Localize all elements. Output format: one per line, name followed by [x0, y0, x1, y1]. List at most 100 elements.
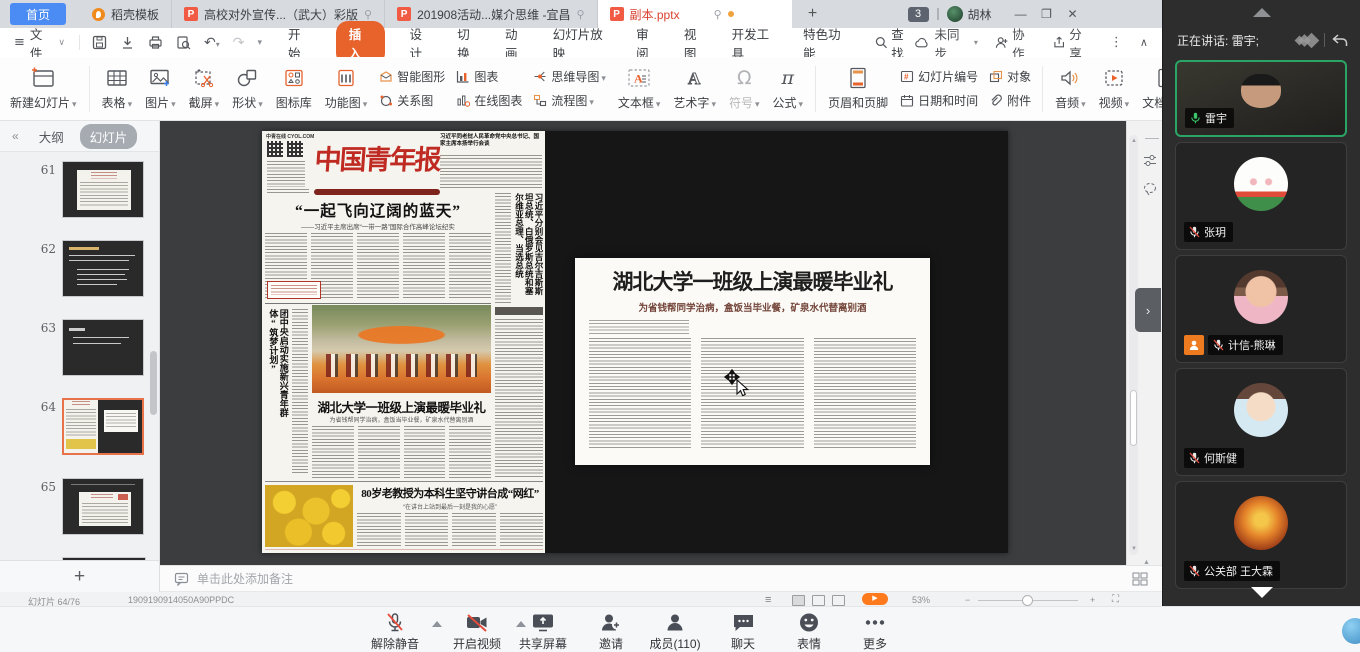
menu-transition[interactable]: 切换 — [457, 24, 481, 62]
invite-button[interactable]: 邀请 — [580, 612, 642, 652]
pin-icon[interactable]: ⚲ — [714, 8, 722, 21]
back-arrow-icon[interactable] — [1332, 34, 1348, 47]
newspaper-front-page[interactable]: 中青在线 CYOL.COM 中国青年报 习近平同老挝人民革命党中央总书记、国家主… — [262, 131, 545, 553]
slide-editing-canvas[interactable]: 中青在线 CYOL.COM 中国青年报 习近平同老挝人民革命党中央总书记、国家主… — [160, 121, 1126, 565]
formula-button[interactable]: π 公式 — [769, 66, 808, 111]
menu-view[interactable]: 视图 — [684, 24, 708, 62]
menu-design[interactable]: 设计 — [409, 24, 433, 62]
panel-collapse-up-icon[interactable] — [1253, 8, 1271, 17]
avatar[interactable] — [947, 6, 963, 22]
flowchart-button[interactable]: 流程图 — [533, 92, 606, 109]
scroll-down-icon[interactable]: ▼ — [1131, 546, 1137, 552]
print-preview-icon[interactable] — [176, 35, 191, 50]
notification-badge[interactable]: 3 — [908, 7, 929, 22]
object-button[interactable]: 对象 — [989, 68, 1031, 85]
function-diagram-button[interactable]: 功能图 — [321, 66, 372, 111]
header-footer-button[interactable]: 页眉和页脚 — [824, 66, 892, 111]
vertical-scrollbar[interactable]: ▲ ▼ — [1129, 135, 1138, 555]
redo-icon[interactable]: ↷ — [233, 36, 245, 50]
export-pdf-icon[interactable] — [120, 35, 135, 50]
chart-button[interactable]: 图表 — [456, 68, 522, 85]
normal-view-icon[interactable] — [792, 595, 805, 606]
add-slide-button[interactable]: + — [0, 560, 159, 592]
tab-home[interactable]: 首页 — [10, 3, 66, 25]
slide-thumbnail-62[interactable] — [62, 240, 144, 297]
zoom-slider-knob[interactable] — [1022, 595, 1033, 606]
mindmap-button[interactable]: 思维导图 — [533, 68, 606, 85]
pin-icon[interactable]: ⚲ — [364, 8, 372, 21]
slide-64[interactable]: 中青在线 CYOL.COM 中国青年报 习近平同老挝人民革命党中央总书记、国家主… — [262, 131, 1008, 553]
news-clipping[interactable]: 湖北大学一班级上演最暖毕业礼 为省钱帮同学治病，盒饭当毕业餐，矿泉水代替离别酒 — [575, 258, 930, 465]
tab-slides[interactable]: 幻灯片 — [80, 124, 138, 149]
reading-view-icon[interactable] — [832, 595, 845, 606]
screenshot-button[interactable]: 截屏 — [185, 66, 224, 111]
zoom-out-icon[interactable]: − — [965, 595, 970, 605]
attachment-button[interactable]: 附件 — [989, 92, 1031, 109]
print-icon[interactable] — [148, 35, 163, 50]
save-icon[interactable] — [92, 35, 107, 50]
wordart-button[interactable]: A 艺术字 — [669, 66, 720, 111]
video-button[interactable]: 视频 — [1095, 66, 1134, 111]
tab-outline[interactable]: 大纲 — [29, 124, 74, 149]
menu-review[interactable]: 审阅 — [636, 24, 660, 62]
notes-bar[interactable]: 单击此处添加备注 — [160, 565, 1162, 592]
pin-icon[interactable]: ⚲ — [576, 8, 584, 21]
emoji-button[interactable]: 表情 — [778, 612, 840, 652]
participant-tile-wangdalin[interactable]: 公关部 王大霖 — [1175, 481, 1347, 589]
more-options-icon[interactable]: ⋮ — [1110, 36, 1123, 49]
menu-devtools[interactable]: 开发工具 — [732, 24, 780, 62]
tab-docer-templates[interactable]: 稻壳模板 — [80, 0, 172, 28]
toolbar-more-icon[interactable]: ▾ — [257, 37, 262, 48]
zoom-in-icon[interactable]: + — [1090, 595, 1095, 605]
menu-start[interactable]: 开始 — [288, 24, 312, 62]
file-menu[interactable]: ≡ 文件 ∨ — [14, 24, 65, 62]
picture-button[interactable]: 图片 — [141, 66, 180, 111]
scroll-participants-down-icon[interactable] — [1251, 587, 1273, 598]
menu-special-features[interactable]: 特色功能 — [803, 24, 851, 62]
slide-thumbnail-63[interactable] — [62, 319, 144, 376]
participant-tile-hesijian[interactable]: 何斯健 — [1175, 368, 1347, 476]
relation-diagram-button[interactable]: 关系图 — [379, 92, 445, 109]
collapse-panel-icon[interactable]: « — [12, 129, 19, 143]
pane-drag-handle[interactable]: — — [1145, 129, 1159, 145]
start-video-button[interactable]: 开启视频 — [446, 612, 508, 652]
restore-button[interactable]: ❐ — [1034, 4, 1060, 24]
fit-window-icon[interactable]: ⛶ — [1112, 594, 1119, 605]
slideshow-play-button[interactable]: ▶ — [862, 593, 888, 605]
new-slide-button[interactable]: 新建幻灯片 — [6, 66, 81, 111]
slide-sorter-icon[interactable] — [812, 595, 825, 606]
selection-lasso-icon[interactable] — [1142, 181, 1158, 197]
undo-icon[interactable]: ↶▾ — [204, 36, 220, 50]
share-button[interactable]: 分享 — [1053, 24, 1093, 62]
close-button[interactable]: ✕ — [1060, 4, 1086, 24]
slide-thumbnail-65[interactable] — [62, 478, 144, 535]
date-time-button[interactable]: 日期和时间 — [900, 92, 978, 109]
sidebar-scrollbar[interactable] — [150, 351, 157, 415]
table-button[interactable]: 表格 — [98, 66, 137, 111]
unmute-button[interactable]: 解除静音 — [364, 612, 426, 652]
icon-library-button[interactable]: 图标库 — [272, 66, 316, 111]
minimize-button[interactable]: — — [1008, 4, 1034, 24]
smart-graphic-button[interactable]: 智能图形 — [379, 68, 445, 85]
properties-sliders-icon[interactable] — [1142, 153, 1158, 169]
scrollbar-thumb[interactable] — [1130, 390, 1137, 446]
menu-slideshow[interactable]: 幻灯片放映 — [553, 24, 612, 62]
slide-thumbnail-64-selected[interactable] — [62, 398, 144, 455]
mic-options-caret[interactable] — [432, 621, 442, 627]
textbox-button[interactable]: A 文本框 — [614, 66, 665, 111]
slide-number-button[interactable]: # 幻灯片编号 — [900, 68, 978, 85]
participant-tile-xionglin[interactable]: 计信-熊琳 — [1175, 255, 1347, 363]
more-button[interactable]: 更多 — [844, 612, 906, 652]
sync-status[interactable]: 未同步▾ — [915, 24, 977, 62]
chat-button[interactable]: 聊天 — [712, 612, 774, 652]
share-screen-button[interactable]: 共享屏幕 — [512, 612, 574, 652]
collapse-panel-handle[interactable]: › — [1135, 288, 1161, 332]
online-chart-button[interactable]: 在线图表 — [456, 92, 522, 109]
menu-animation[interactable]: 动画 — [505, 24, 529, 62]
scroll-up-icon[interactable]: ▲ — [1131, 138, 1137, 144]
video-tile-leiyu[interactable]: 雷宇 — [1175, 60, 1347, 137]
members-button[interactable]: 成员(110) — [644, 612, 706, 652]
notes-toggle-icon[interactable]: ≡ — [765, 594, 771, 606]
pane-layout-icon[interactable] — [1132, 572, 1148, 586]
collaborate-button[interactable]: 协作 — [995, 24, 1036, 62]
